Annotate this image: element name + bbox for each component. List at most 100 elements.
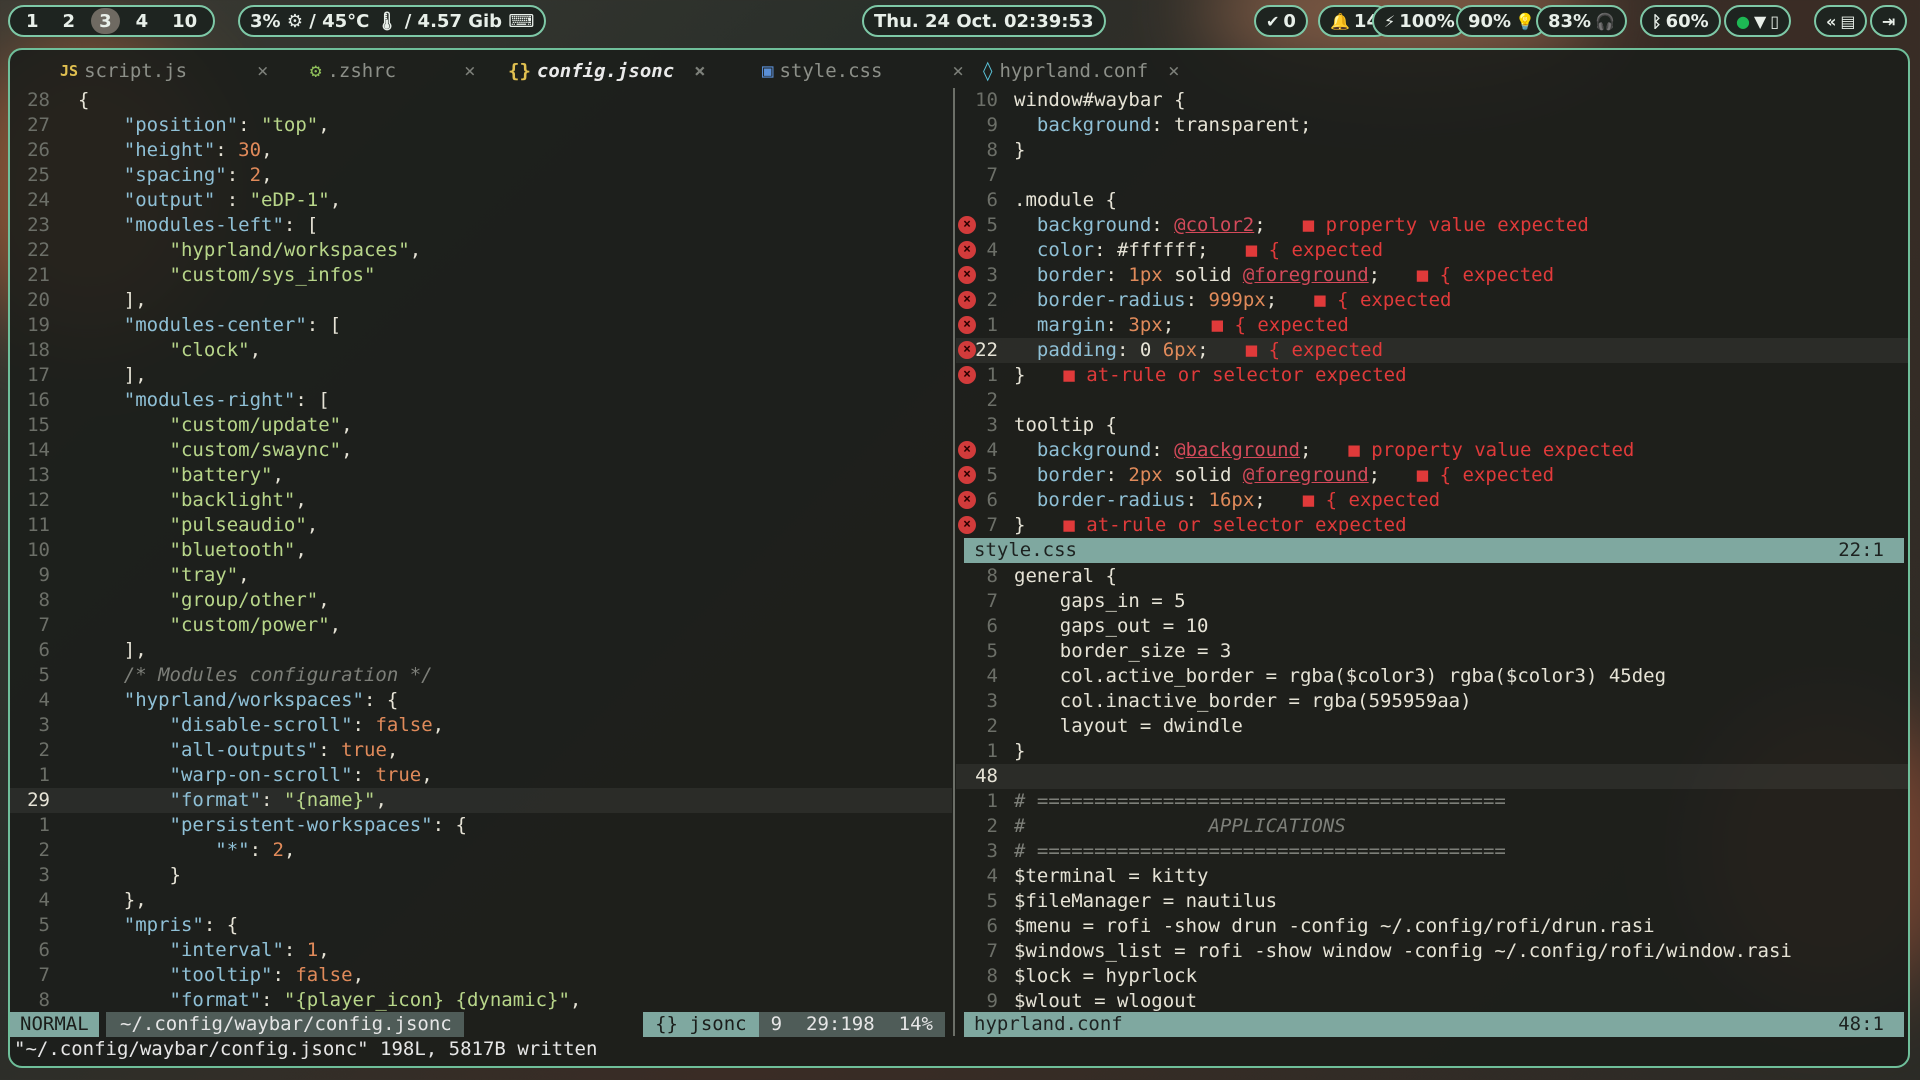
- error-icon[interactable]: ×: [958, 291, 976, 309]
- code-line[interactable]: 6 $menu = rofi -show drun -config ~/.conf…: [956, 914, 1908, 939]
- code-line[interactable]: 8}: [956, 138, 1908, 163]
- code-line[interactable]: 14 "custom/swaync",: [10, 438, 952, 463]
- code-line[interactable]: 9 $wlout = wlogout: [956, 989, 1908, 1014]
- tab-hyprland-conf[interactable]: ◊ hyprland.conf ×: [982, 58, 1180, 84]
- code-line[interactable]: 20 ],: [10, 288, 952, 313]
- code-line[interactable]: 4 "hyprland/workspaces": {: [10, 688, 952, 713]
- code-line[interactable]: 21 "custom/sys_infos": [10, 263, 952, 288]
- code-line[interactable]: 4 $terminal = kitty: [956, 864, 1908, 889]
- group-other[interactable]: «▤: [1814, 5, 1868, 37]
- code-line[interactable]: 7 $windows_list = rofi -show window -conf…: [956, 939, 1908, 964]
- code-line[interactable]: 24 "output" : "eDP-1",: [10, 188, 952, 213]
- code-line[interactable]: 3 col.inactive_border = rgba(595959aa): [956, 689, 1908, 714]
- code-line[interactable]: 9 background: transparent;: [956, 113, 1908, 138]
- editor-pane-hyprland-conf[interactable]: 8 general {7 gaps_in = 56 gaps_out = 10 5 …: [956, 564, 1908, 1014]
- code-line[interactable]: 16 "modules-right": [: [10, 388, 952, 413]
- close-icon[interactable]: ×: [1168, 60, 1179, 82]
- sys-infos[interactable]: 3% ⚙ / 45°C 🌡 / 4.57 Gib ⌨: [238, 5, 547, 37]
- code-line[interactable]: 18 "clock",: [10, 338, 952, 363]
- tab-zshrc[interactable]: ⚙ .zshrc ×: [310, 58, 476, 84]
- code-line[interactable]: 7 "custom/power",: [10, 613, 952, 638]
- code-line[interactable]: 1 "warp-on-scroll": true,: [10, 763, 952, 788]
- code-line[interactable]: 3 }: [10, 863, 952, 888]
- code-line[interactable]: 6 border-radius: 16px; × ■ { expected: [956, 488, 1908, 513]
- code-line[interactable]: 3 border: 1px solid @foreground; × ■ { exp…: [956, 263, 1908, 288]
- code-line[interactable]: 8 "format": "{player_icon} {dynamic}",: [10, 988, 952, 1013]
- code-line[interactable]: 10 window#waybar {: [956, 88, 1908, 113]
- code-line[interactable]: 28 {: [10, 88, 952, 113]
- code-line[interactable]: 3 "disable-scroll": false,: [10, 713, 952, 738]
- tab-style-css[interactable]: ▣ style.css ×: [762, 58, 964, 84]
- code-line[interactable]: 29 "format": "{name}",: [10, 788, 952, 813]
- code-line[interactable]: 9 "tray",: [10, 563, 952, 588]
- editor-pane-config-jsonc[interactable]: 28{27 "position": "top", 26 "height": 30,…: [10, 88, 952, 1013]
- battery-module[interactable]: ⚡ 100%: [1372, 5, 1467, 37]
- code-line[interactable]: 13 "battery",: [10, 463, 952, 488]
- code-line[interactable]: 2 "*": 2,: [10, 838, 952, 863]
- code-line[interactable]: 25 "spacing": 2,: [10, 163, 952, 188]
- code-line[interactable]: 1 "persistent-workspaces": {: [10, 813, 952, 838]
- command-line[interactable]: "~/.config/waybar/config.jsonc" 198L, 58…: [14, 1038, 597, 1060]
- code-line[interactable]: 2 "all-outputs": true,: [10, 738, 952, 763]
- code-line[interactable]: 4 color: #ffffff; × ■ { expected: [956, 238, 1908, 263]
- workspace-10[interactable]: 10: [160, 7, 209, 35]
- backlight-module[interactable]: 90% 💡: [1456, 5, 1548, 37]
- phone-icon[interactable]: ▯: [1770, 12, 1779, 31]
- code-line[interactable]: 27 "position": "top",: [10, 113, 952, 138]
- code-line[interactable]: 5 border_size = 3: [956, 639, 1908, 664]
- code-line[interactable]: 6 "interval": 1,: [10, 938, 952, 963]
- tab-script-js[interactable]: JS script.js ×: [60, 58, 268, 84]
- code-line[interactable]: 1}: [956, 739, 1908, 764]
- code-line[interactable]: 5 border: 2px solid @foreground; × ■ { exp…: [956, 463, 1908, 488]
- code-line[interactable]: 11 "pulseaudio",: [10, 513, 952, 538]
- code-line[interactable]: 7} × ■ at-rule or selector expected: [956, 513, 1908, 538]
- code-line[interactable]: 1} × ■ at-rule or selector expected: [956, 363, 1908, 388]
- code-line[interactable]: 26 "height": 30,: [10, 138, 952, 163]
- close-icon[interactable]: ×: [257, 60, 268, 82]
- workspace-4[interactable]: 4: [124, 7, 161, 35]
- code-line[interactable]: 8 $lock = hyprlock: [956, 964, 1908, 989]
- close-icon[interactable]: ×: [464, 60, 475, 82]
- code-line[interactable]: 3 tooltip {: [956, 413, 1908, 438]
- pulseaudio-module[interactable]: 83% 🎧: [1536, 5, 1628, 37]
- bluetooth-module[interactable]: ᛒ 60%: [1640, 5, 1721, 37]
- code-line[interactable]: 4 col.active_border = rgba($color3) rgba…: [956, 664, 1908, 689]
- code-line[interactable]: 19 "modules-center": [: [10, 313, 952, 338]
- code-line[interactable]: 1 margin: 3px; × ■ { expected: [956, 313, 1908, 338]
- code-line[interactable]: 5 "mpris": {: [10, 913, 952, 938]
- code-line[interactable]: 6 gaps_out = 10: [956, 614, 1908, 639]
- error-icon[interactable]: ×: [958, 491, 976, 509]
- error-icon[interactable]: ×: [958, 341, 976, 359]
- error-icon[interactable]: ×: [958, 241, 976, 259]
- code-line[interactable]: 22 padding: 0 6px; × ■ { expected: [956, 338, 1908, 363]
- code-line[interactable]: 8 general {: [956, 564, 1908, 589]
- close-icon[interactable]: ×: [694, 60, 705, 82]
- code-line[interactable]: 4 background: @background; × ■ property va…: [956, 438, 1908, 463]
- power-button[interactable]: ⇥: [1870, 5, 1908, 37]
- code-line[interactable]: 7 "tooltip": false,: [10, 963, 952, 988]
- error-icon[interactable]: ×: [958, 216, 976, 234]
- code-line[interactable]: 2: [956, 388, 1908, 413]
- code-line[interactable]: 5 $fileManager = nautilus: [956, 889, 1908, 914]
- workspace-2[interactable]: 2: [51, 7, 88, 35]
- close-icon[interactable]: ×: [952, 60, 963, 82]
- window-separator[interactable]: [953, 88, 955, 1036]
- error-icon[interactable]: ×: [958, 266, 976, 284]
- code-line[interactable]: 5 background: @color2; × ■ property value …: [956, 213, 1908, 238]
- error-icon[interactable]: ×: [958, 441, 976, 459]
- code-line[interactable]: 5 /* Modules configuration */: [10, 663, 952, 688]
- code-line[interactable]: 22 "hyprland/workspaces",: [10, 238, 952, 263]
- code-line[interactable]: 17 ],: [10, 363, 952, 388]
- code-line[interactable]: 10 "bluetooth",: [10, 538, 952, 563]
- code-line[interactable]: 6 .module {: [956, 188, 1908, 213]
- code-line[interactable]: 8 "group/other",: [10, 588, 952, 613]
- code-line[interactable]: 23 "modules-left": [: [10, 213, 952, 238]
- code-line[interactable]: 2 layout = dwindle: [956, 714, 1908, 739]
- code-line[interactable]: 7: [956, 163, 1908, 188]
- spotify-icon[interactable]: ●: [1736, 12, 1750, 31]
- error-icon[interactable]: ×: [958, 316, 976, 334]
- clock[interactable]: Thu. 24 Oct. 02:39:53: [862, 5, 1106, 37]
- error-icon[interactable]: ×: [958, 366, 976, 384]
- tab-config-jsonc[interactable]: {} config.jsonc ×: [508, 58, 706, 84]
- workspace-3[interactable]: 3: [91, 8, 120, 34]
